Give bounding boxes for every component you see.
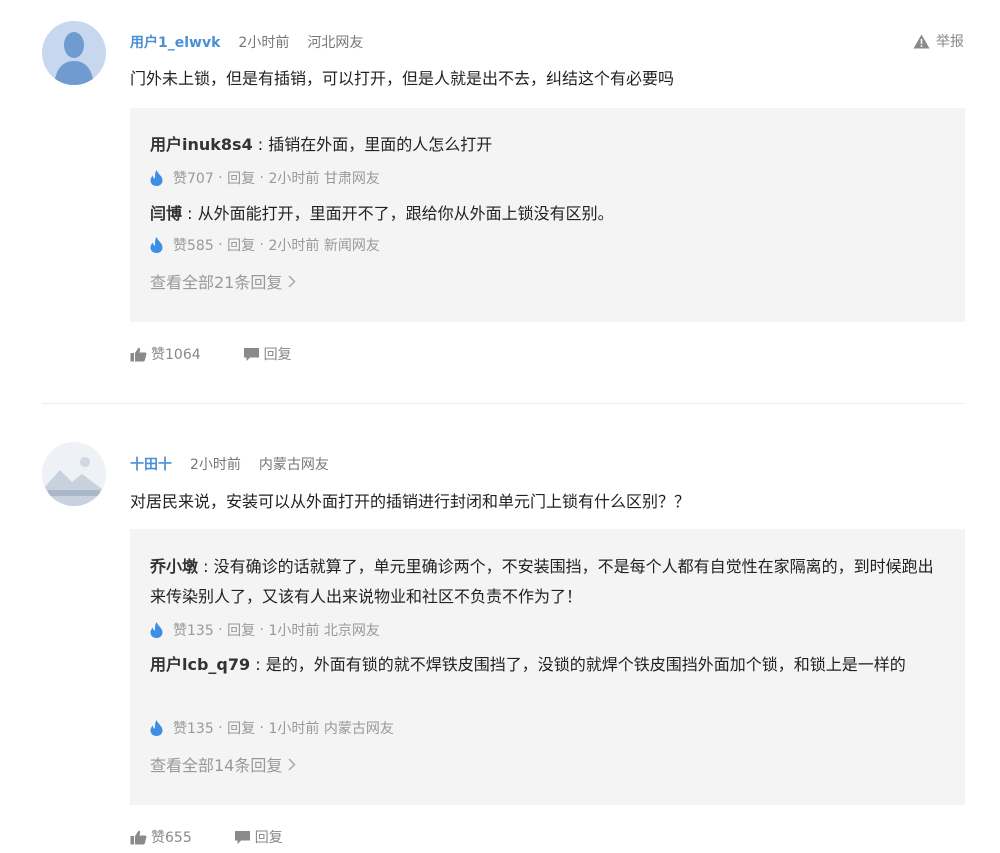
reply-reply-button[interactable]: 回复 xyxy=(227,168,255,188)
speech-bubble-icon xyxy=(234,830,250,844)
reply-label: 回复 xyxy=(263,347,292,363)
chevron-right-icon xyxy=(288,757,296,771)
comment-text: 对居民来说，安装可以从外面打开的插销进行封闭和单元门上锁有什么区别？？ xyxy=(130,492,691,511)
reply-time: 1小时前 xyxy=(268,623,320,639)
reply-content: 插销在外面，里面的人怎么打开 xyxy=(268,135,493,154)
avatar[interactable] xyxy=(42,442,106,506)
flame-icon xyxy=(150,622,163,638)
comment-location: 内蒙古网友 xyxy=(258,457,329,473)
thumbs-up-icon xyxy=(130,347,147,361)
report-label: 举报 xyxy=(936,34,964,50)
comment-time: 2小时前 xyxy=(238,35,290,51)
reply-likes[interactable]: 赞135 xyxy=(173,620,214,640)
like-count: 赞1064 xyxy=(151,347,201,363)
reply-content: 从外面能打开，里面开不了，跟给你从外面上锁没有区别。 xyxy=(197,204,614,223)
replies-box: 乔小墩 : 没有确诊的话就算了，单元里确诊两个，不安装围挡，不是每个人都有自觉性… xyxy=(130,529,965,805)
like-button[interactable]: 赞655 xyxy=(130,827,192,847)
reply-item: 闫博 : 从外面能打开，里面开不了，跟给你从外面上锁没有区别。 xyxy=(150,199,948,229)
thumbs-up-icon xyxy=(130,830,147,844)
report-button[interactable]: 举报 xyxy=(913,31,964,51)
landscape-avatar-icon xyxy=(42,442,106,506)
like-count: 赞655 xyxy=(151,830,192,846)
reply-meta: 赞707 · 回复 · 2小时前 甘肃网友 xyxy=(150,168,380,188)
reply-item: 用户inuk8s4 : 插销在外面，里面的人怎么打开 xyxy=(150,130,948,160)
username[interactable]: 十田十 xyxy=(130,454,172,474)
reply-separator: : xyxy=(252,135,269,154)
reply-meta: 赞585 · 回复 · 2小时前 新闻网友 xyxy=(150,235,380,255)
flame-icon xyxy=(150,237,163,253)
reply-username[interactable]: 闫博 xyxy=(150,204,182,223)
reply-username[interactable]: 乔小墩 xyxy=(150,557,198,576)
username[interactable]: 用户1_elwvk xyxy=(130,32,220,52)
view-all-replies-link[interactable]: 查看全部21条回复 xyxy=(150,270,296,292)
reply-label: 回复 xyxy=(254,830,283,846)
reply-likes[interactable]: 赞707 xyxy=(173,168,214,188)
reply-separator: : xyxy=(182,204,198,223)
reply-time: 2小时前 xyxy=(268,238,320,254)
avatar[interactable] xyxy=(42,21,106,85)
reply-meta: 赞135 · 回复 · 1小时前 北京网友 xyxy=(150,620,380,640)
reply-username[interactable]: 用户lcb_q79 xyxy=(150,655,250,674)
reply-content: 是的，外面有锁的就不焊铁皮围挡了，没锁的就焊个铁皮围挡外面加个锁，和锁上是一样的 xyxy=(265,655,906,674)
comment-2: 十田十 2小时前 内蒙古网友 对居民来说，安装可以从外面打开的插销进行封闭和单元… xyxy=(0,400,1000,853)
flame-icon xyxy=(150,170,163,186)
chevron-right-icon xyxy=(288,274,296,288)
reply-location: 新闻网友 xyxy=(323,238,380,254)
reply-button[interactable]: 回复 xyxy=(234,827,283,847)
comment-actions: 赞655 回复 xyxy=(130,827,325,847)
speech-bubble-icon xyxy=(243,347,259,361)
reply-time: 1小时前 xyxy=(268,721,320,737)
reply-location: 北京网友 xyxy=(323,623,380,639)
reply-location: 甘肃网友 xyxy=(323,171,380,187)
reply-button[interactable]: 回复 xyxy=(243,344,292,364)
reply-text: 乔小墩 : 没有确诊的话就算了，单元里确诊两个，不安装围挡，不是每个人都有自觉性… xyxy=(150,552,948,612)
reply-time: 2小时前 xyxy=(268,171,320,187)
reply-separator: : xyxy=(198,557,214,576)
comment-location: 河北网友 xyxy=(307,35,364,51)
reply-item: 乔小墩 : 没有确诊的话就算了，单元里确诊两个，不安装围挡，不是每个人都有自觉性… xyxy=(150,552,948,612)
reply-likes[interactable]: 赞585 xyxy=(173,235,214,255)
reply-text: 闫博 : 从外面能打开，里面开不了，跟给你从外面上锁没有区别。 xyxy=(150,199,948,229)
view-all-replies-link[interactable]: 查看全部14条回复 xyxy=(150,753,296,775)
reply-item: 用户lcb_q79 : 是的，外面有锁的就不焊铁皮围挡了，没锁的就焊个铁皮围挡外… xyxy=(150,650,948,680)
reply-text: 用户inuk8s4 : 插销在外面，里面的人怎么打开 xyxy=(150,130,948,160)
like-button[interactable]: 赞1064 xyxy=(130,344,201,364)
reply-text: 用户lcb_q79 : 是的，外面有锁的就不焊铁皮围挡了，没锁的就焊个铁皮围挡外… xyxy=(150,650,948,680)
reply-username[interactable]: 用户inuk8s4 xyxy=(150,135,253,154)
comment-meta: 用户1_elwvk 2小时前 河北网友 xyxy=(130,32,381,52)
comment-meta: 十田十 2小时前 内蒙古网友 xyxy=(130,454,347,474)
comment-time: 2小时前 xyxy=(190,457,241,473)
replies-box: 用户inuk8s4 : 插销在外面，里面的人怎么打开 赞707 · 回复 · 2… xyxy=(130,108,965,322)
reply-location: 内蒙古网友 xyxy=(323,721,394,737)
reply-separator: : xyxy=(250,655,266,674)
reply-content: 没有确诊的话就算了，单元里确诊两个，不安装围挡，不是每个人都有自觉性在家隔离的，… xyxy=(150,557,934,606)
flame-icon xyxy=(150,720,163,736)
warning-icon xyxy=(913,34,930,48)
view-all-replies-label: 查看全部21条回复 xyxy=(150,273,283,292)
comment-text: 门外未上锁，但是有插销，可以打开，但是人就是出不去，纠结这个有必要吗 xyxy=(130,69,675,88)
reply-reply-button[interactable]: 回复 xyxy=(227,718,255,738)
reply-likes[interactable]: 赞135 xyxy=(173,718,214,738)
user-silhouette-icon xyxy=(42,21,106,85)
view-all-replies-label: 查看全部14条回复 xyxy=(150,756,283,775)
comment-actions: 赞1064 回复 xyxy=(130,344,334,364)
comment-1: 用户1_elwvk 2小时前 河北网友 举报 门外未上锁，但是有插销，可以打开，… xyxy=(0,0,1000,400)
reply-reply-button[interactable]: 回复 xyxy=(227,620,255,640)
reply-reply-button[interactable]: 回复 xyxy=(227,235,255,255)
reply-meta: 赞135 · 回复 · 1小时前 内蒙古网友 xyxy=(150,718,394,738)
